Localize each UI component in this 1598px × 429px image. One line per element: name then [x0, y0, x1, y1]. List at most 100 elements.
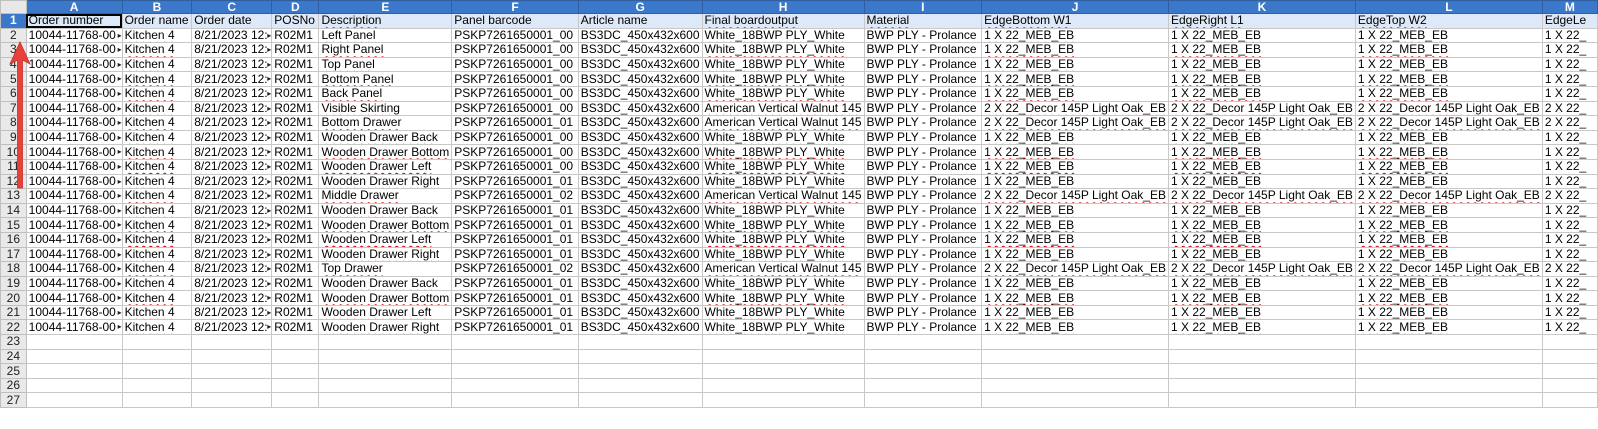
cell[interactable] — [121, 348, 193, 365]
cell[interactable] — [451, 377, 579, 394]
cell[interactable]: 1 X 22_ — [1541, 173, 1598, 190]
column-header-e[interactable]: E — [318, 0, 453, 14]
cell[interactable]: 8/21/2023 12: — [191, 71, 273, 87]
cell[interactable]: 1 X 22_ — [1541, 202, 1598, 219]
column-header-b[interactable]: B — [121, 0, 193, 14]
cell[interactable]: White_18BWP PLY_White — [701, 275, 865, 292]
cell[interactable]: 1 X 22_MEB_EB — [1354, 202, 1543, 219]
cell[interactable] — [1354, 334, 1543, 350]
cell[interactable]: 1 X 22_MEB_EB — [981, 27, 1169, 44]
cell[interactable]: 1 X 22_MEB_EB — [981, 71, 1169, 87]
cell[interactable]: White_18BWP PLY_White — [701, 290, 865, 306]
cell[interactable]: Kitchen 4 — [121, 56, 193, 73]
cell[interactable]: 1 X 22_ — [1541, 42, 1598, 58]
cell[interactable]: BWP PLY - Prolance — [863, 100, 983, 117]
cell[interactable] — [981, 377, 1169, 394]
cell[interactable]: Kitchen 4 — [121, 115, 193, 131]
cell[interactable]: 2 X 22_ — [1541, 261, 1598, 277]
cell[interactable]: 1 X 22_MEB_EB — [1168, 158, 1356, 175]
cell[interactable]: Wooden Drawer Back — [318, 129, 453, 146]
cell[interactable]: Left Panel — [318, 27, 453, 44]
cell[interactable] — [701, 334, 865, 350]
cell[interactable]: 1 X 22_MEB_EB — [1354, 85, 1543, 102]
header-cell[interactable]: POSNo — [271, 13, 320, 29]
cell[interactable]: 10044-11768-00 — [25, 100, 123, 117]
cell[interactable]: R02M1 — [271, 158, 320, 175]
cell[interactable]: 8/21/2023 12: — [191, 246, 273, 263]
cell[interactable]: 8/21/2023 12: — [191, 42, 273, 58]
cell[interactable]: BWP PLY - Prolance — [863, 246, 983, 263]
cell[interactable] — [121, 392, 193, 409]
cell[interactable]: 2 X 22_Decor 145P Light Oak_EB — [981, 188, 1169, 204]
row-number[interactable]: 18 — [0, 261, 27, 277]
cell[interactable]: 2 X 22_Decor 145P Light Oak_EB — [1354, 188, 1543, 204]
cell[interactable]: American Vertical Walnut 145 — [701, 261, 865, 277]
cell[interactable]: 2 X 22_Decor 145P Light Oak_EB — [981, 261, 1169, 277]
cell[interactable]: BS3DC_450x432x600 — [577, 319, 703, 336]
cell[interactable] — [191, 348, 273, 365]
cell[interactable]: BWP PLY - Prolance — [863, 158, 983, 175]
cell[interactable]: 10044-11768-00 — [25, 173, 123, 190]
column-header-g[interactable]: G — [577, 0, 703, 14]
cell[interactable]: American Vertical Walnut 145 — [701, 100, 865, 117]
cell[interactable]: 10044-11768-00 — [25, 261, 123, 277]
cell[interactable]: White_18BWP PLY_White — [701, 85, 865, 102]
cell[interactable] — [863, 392, 983, 409]
cell[interactable]: 1 X 22_ — [1541, 71, 1598, 87]
cell[interactable]: Kitchen 4 — [121, 275, 193, 292]
cell[interactable] — [701, 377, 865, 394]
cell[interactable] — [981, 392, 1169, 409]
cell[interactable]: Kitchen 4 — [121, 290, 193, 306]
cell[interactable]: BS3DC_450x432x600 — [577, 158, 703, 175]
cell[interactable]: 1 X 22_ — [1541, 27, 1598, 44]
row-number[interactable]: 19 — [0, 275, 27, 292]
cell[interactable] — [318, 392, 453, 409]
cell[interactable]: 8/21/2023 12: — [191, 85, 273, 102]
cell[interactable]: PSKP7261650001_01 — [451, 231, 579, 248]
row-number[interactable]: 21 — [0, 304, 27, 321]
cell[interactable]: BWP PLY - Prolance — [863, 304, 983, 321]
cell[interactable]: BWP PLY - Prolance — [863, 71, 983, 87]
cell[interactable] — [318, 363, 453, 379]
cell[interactable]: 1 X 22_MEB_EB — [1168, 129, 1356, 146]
header-cell[interactable]: Description — [318, 13, 453, 29]
cell[interactable]: 1 X 22_MEB_EB — [1168, 217, 1356, 233]
cell[interactable]: 10044-11768-00 — [25, 290, 123, 306]
cell[interactable]: R02M1 — [271, 42, 320, 58]
cell[interactable]: 1 X 22_MEB_EB — [981, 129, 1169, 146]
cell[interactable]: 8/21/2023 12: — [191, 129, 273, 146]
cell[interactable]: 2 X 22_Decor 145P Light Oak_EB — [1168, 188, 1356, 204]
cell[interactable]: 1 X 22_ — [1541, 275, 1598, 292]
cell[interactable]: BS3DC_450x432x600 — [577, 129, 703, 146]
cell[interactable]: White_18BWP PLY_White — [701, 27, 865, 44]
row-number[interactable]: 12 — [0, 173, 27, 190]
cell[interactable]: Kitchen 4 — [121, 261, 193, 277]
row-number[interactable]: 8 — [0, 115, 27, 131]
cell[interactable] — [1354, 363, 1543, 379]
cell[interactable]: 1 X 22_MEB_EB — [1354, 231, 1543, 248]
column-header-j[interactable]: J — [981, 0, 1169, 14]
cell[interactable]: 1 X 22_ — [1541, 246, 1598, 263]
cell[interactable] — [577, 377, 703, 394]
row-number[interactable]: 22 — [0, 319, 27, 336]
cell[interactable]: 1 X 22_MEB_EB — [1354, 144, 1543, 160]
cell[interactable]: 1 X 22_MEB_EB — [1354, 129, 1543, 146]
cell[interactable]: 1 X 22_MEB_EB — [1168, 304, 1356, 321]
header-cell[interactable]: Panel barcode — [451, 13, 579, 29]
cell[interactable]: 10044-11768-00 — [25, 129, 123, 146]
cell[interactable] — [121, 363, 193, 379]
cell[interactable]: BWP PLY - Prolance — [863, 290, 983, 306]
header-cell[interactable]: Article name — [577, 13, 703, 29]
cell[interactable]: BWP PLY - Prolance — [863, 231, 983, 248]
row-number[interactable]: 24 — [0, 348, 27, 365]
cell[interactable]: 1 X 22_MEB_EB — [1354, 158, 1543, 175]
cell[interactable]: 1 X 22_MEB_EB — [1168, 319, 1356, 336]
cell[interactable]: 8/21/2023 12: — [191, 202, 273, 219]
cell[interactable]: 1 X 22_MEB_EB — [981, 304, 1169, 321]
cell[interactable]: R02M1 — [271, 319, 320, 336]
cell[interactable] — [1168, 334, 1356, 350]
header-cell[interactable]: Material — [863, 13, 983, 29]
cell[interactable]: BWP PLY - Prolance — [863, 275, 983, 292]
cell[interactable]: 1 X 22_MEB_EB — [1354, 275, 1543, 292]
cell[interactable]: 2 X 22_Decor 145P Light Oak_EB — [1168, 100, 1356, 117]
